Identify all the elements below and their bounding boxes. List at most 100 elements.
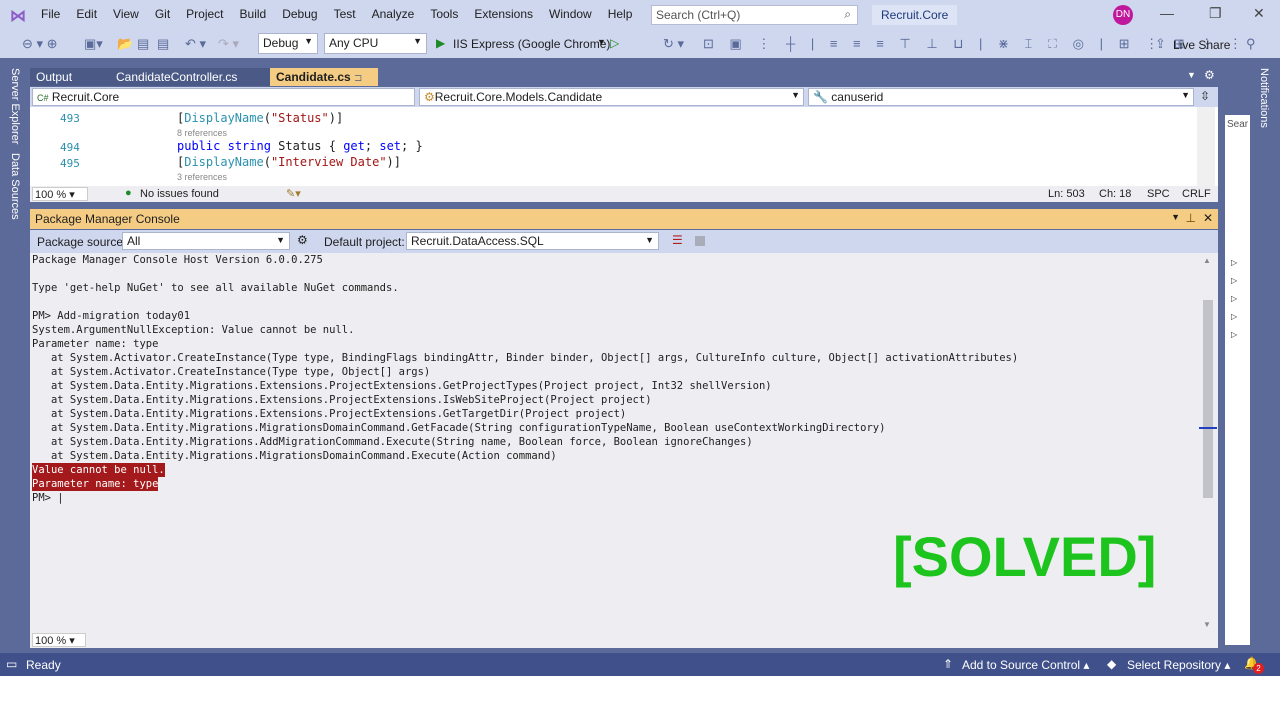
save-all-icon[interactable]: ▤ [157,36,169,52]
configuration-select[interactable]: Debug ▼ [258,33,318,54]
editor-zoom-select[interactable]: 100 % ▾ [32,187,88,201]
package-source-select[interactable]: All ▼ [122,232,290,250]
split-window-icon[interactable]: ⇳ [1200,89,1210,103]
run-target-chevron-icon[interactable]: ▼ [597,37,606,47]
avatar[interactable]: DN [1113,5,1133,25]
close-window-button[interactable]: ✕ [1253,5,1265,22]
csharp-project-icon: C# [37,93,49,103]
package-source-label: Package source: [37,235,127,249]
configuration-value: Debug [263,36,299,50]
back-icon[interactable]: ⊖ ▾ ⊕ [22,36,58,52]
undo-icon[interactable]: ↶ ▾ [185,36,206,52]
window-menu-chevron-icon[interactable]: ▼ [1171,212,1180,222]
redo-icon[interactable]: ↷ ▾ [218,36,239,52]
code-cleanup-icon[interactable]: ✎▾ [286,187,301,200]
menu-build[interactable]: Build [232,7,275,21]
pin-icon[interactable]: ⊐ [354,73,362,84]
server-explorer-tab[interactable]: Server Explorer [9,68,21,144]
run-target-button[interactable]: IIS Express (Google Chrome) [453,37,610,51]
line-ending-indicator[interactable]: CRLF [1182,188,1211,200]
chevron-down-icon: ▼ [1181,90,1190,100]
console-error-line: Parameter name: type [32,477,159,491]
stop-icon[interactable] [695,236,705,246]
menu-git[interactable]: Git [147,7,178,21]
code-line: [DisplayName("Status")] [177,111,344,125]
type-dropdown[interactable]: ⚙Recruit.Core.Models.Candidate ▼ [419,88,804,106]
layout-tools-icons: ⊡ ▣ ⋮ ┼ | ≡ ≡ ≡ ⊤ ⊥ ⊔ | ⋇ ⌶ ⛶ ◎ | ⊞ ⋮ ⊞ … [703,36,1248,51]
member-dropdown[interactable]: 🔧 canuserid ▼ [808,88,1194,106]
live-share-button[interactable]: Live Share [1173,38,1230,52]
tab-list-chevron-icon[interactable]: ▼ [1187,70,1196,80]
console-line: Parameter name: type [32,338,159,350]
pin-icon[interactable]: ⊥ [1186,211,1196,225]
scroll-up-icon[interactable]: ▲ [1203,256,1211,265]
default-project-label: Default project: [324,235,405,249]
console-line: Package Manager Console Host Version 6.0… [32,254,323,266]
console-line: at System.Data.Entity.Migrations.Extensi… [32,408,627,420]
default-project-select[interactable]: Recruit.DataAccess.SQL ▼ [406,232,659,250]
settings-gear-icon[interactable]: ⚙ [297,233,308,247]
check-circle-icon: ● [125,187,132,199]
tab-output[interactable]: Output [30,68,110,86]
console-line: PM> | [32,492,64,504]
settings-gear-icon[interactable]: ⚙ [1204,68,1215,82]
close-panel-icon[interactable]: ✕ [1203,211,1213,225]
refresh-icon[interactable]: ↻ ▾ [663,36,684,52]
expand-arrow-icons[interactable]: ▷ ▷ ▷ ▷ ▷ [1225,134,1250,344]
issues-indicator[interactable]: No issues found [140,188,219,200]
start-without-debugging-icon[interactable]: ▷ [610,36,619,50]
tab-candidatecontroller[interactable]: CandidateController.cs [110,68,270,86]
line-number: 493 [60,112,80,125]
search-icon: ⌕ [844,7,851,21]
menu-test[interactable]: Test [326,7,364,21]
menu-help[interactable]: Help [600,7,641,21]
clear-console-icon[interactable]: ☰ [672,233,683,247]
codelens-references[interactable]: 8 references [177,128,227,138]
pmc-title-bar: Package Manager Console ▼ ⊥ ✕ [30,209,1218,229]
package-source-value: All [127,234,141,248]
menu-analyze[interactable]: Analyze [364,7,423,21]
console-line: at System.Activator.CreateInstance(Type … [32,366,431,378]
visual-studio-logo-icon[interactable]: ⋈ [10,6,30,25]
tab-candidate[interactable]: Candidate.cs ⊐ ✕ [270,68,378,98]
menu-view[interactable]: View [105,7,147,21]
editor-vertical-scrollbar[interactable] [1197,107,1215,186]
console-scrollbar-thumb[interactable] [1203,300,1213,498]
scroll-down-icon[interactable]: ▼ [1203,620,1211,629]
project-dropdown[interactable]: C# Recruit.Core [32,88,415,106]
code-editor[interactable]: 493 [DisplayName("Status")] 8 references… [30,107,1218,186]
right-search-input[interactable]: Sear [1225,115,1250,134]
menu-edit[interactable]: Edit [68,7,105,21]
menu-tools[interactable]: Tools [422,7,466,21]
console-error-line: Value cannot be null. [32,463,165,477]
restore-button[interactable]: ❐ [1209,5,1222,22]
run-icon[interactable]: ▶ [436,36,445,50]
live-share-icon[interactable]: ⇪ [1155,36,1166,52]
search-placeholder: Search (Ctrl+Q) [656,8,741,22]
console-zoom-select[interactable]: 100 % ▾ [32,633,86,647]
standard-toolbar: ⊖ ▾ ⊕ ▣▾ 📂 ▤ ▤ ↶ ▾ ↷ ▾ Debug ▼ Any CPU ▼ ▶… [0,30,1280,58]
class-icon: ⚙ [424,90,435,104]
select-repository-button[interactable]: Select Repository ▴ [1127,658,1230,672]
project-value: Recruit.Core [51,90,120,104]
feedback-icon[interactable]: ⚲ [1246,36,1256,52]
menu-window[interactable]: Window [541,7,600,21]
menu-debug[interactable]: Debug [274,7,325,21]
codelens-references[interactable]: 3 references [177,172,227,182]
minimize-button[interactable]: — [1160,5,1174,21]
menu-project[interactable]: Project [178,7,231,21]
pmc-title: Package Manager Console [35,212,180,226]
source-control-label: Add to Source Control [962,658,1081,672]
open-folder-icon[interactable]: 📂 [117,36,133,52]
notifications-tab[interactable]: Notifications [1258,68,1270,128]
menu-extensions[interactable]: Extensions [466,7,541,21]
menu-file[interactable]: File [33,7,68,21]
add-to-source-control-button[interactable]: Add to Source Control ▴ [962,658,1089,672]
whitespace-indicator[interactable]: SPC [1147,188,1170,200]
data-sources-tab[interactable]: Data Sources [9,153,21,220]
platform-select[interactable]: Any CPU ▼ [324,33,427,54]
new-project-icon[interactable]: ▣▾ [84,36,103,52]
search-input[interactable]: Search (Ctrl+Q) ⌕ [651,5,858,25]
save-icon[interactable]: ▤ [137,36,149,52]
code-line: [DisplayName("Interview Date")] [177,155,401,169]
